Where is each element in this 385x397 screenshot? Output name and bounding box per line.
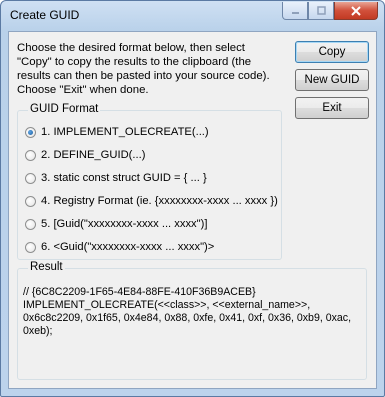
radio-option-implement-olecreate[interactable]: 1. IMPLEMENT_OLECREATE(...) (25, 124, 209, 140)
radio-option-registry-format[interactable]: 4. Registry Format (ie. {xxxxxxxx-xxxx .… (25, 193, 278, 209)
radio-button[interactable] (25, 195, 36, 207)
radio-label: 5. [Guid("xxxxxxxx-xxxx ... xxxx")] (41, 218, 208, 230)
title-bar[interactable]: Create GUID (1, 1, 384, 31)
caption-buttons (282, 2, 378, 20)
exit-button[interactable]: Exit (295, 97, 369, 119)
instructions-text: Choose the desired format below, then se… (17, 42, 270, 96)
create-guid-window: Create GUID Choose the desired format be… (0, 0, 385, 397)
radio-label: 1. IMPLEMENT_OLECREATE(...) (41, 126, 209, 138)
result-group: Result // {6C8C2209-1F65-4E84-88FE-410F3… (17, 261, 367, 380)
result-output-text: // {6C8C2209-1F65-4E84-88FE-410F36B9ACEB… (23, 286, 352, 337)
minimize-icon (291, 12, 299, 14)
guid-format-group: GUID Format 1. IMPLEMENT_OLECREATE(...) … (17, 103, 282, 260)
new-guid-button[interactable]: New GUID (295, 69, 369, 91)
radio-label: 4. Registry Format (ie. {xxxxxxxx-xxxx .… (41, 195, 278, 207)
radio-label: 2. DEFINE_GUID(...) (41, 149, 146, 161)
radio-option-define-guid[interactable]: 2. DEFINE_GUID(...) (25, 147, 145, 163)
maximize-icon (316, 6, 326, 15)
minimize-button[interactable] (282, 2, 308, 20)
close-icon (351, 5, 361, 16)
radio-option-csharp-attribute[interactable]: 5. [Guid("xxxxxxxx-xxxx ... xxxx")] (25, 216, 207, 232)
copy-button[interactable]: Copy (295, 41, 369, 63)
radio-button[interactable] (25, 149, 36, 161)
radio-button[interactable] (25, 172, 36, 184)
radio-label: 6. <Guid("xxxxxxxx-xxxx ... xxxx")> (41, 241, 215, 253)
radio-button-checked[interactable] (25, 126, 36, 138)
radio-option-vb-attribute[interactable]: 6. <Guid("xxxxxxxx-xxxx ... xxxx")> (25, 239, 214, 255)
radio-button[interactable] (25, 241, 36, 253)
window-title: Create GUID (10, 8, 80, 22)
guid-format-label: GUID Format (28, 103, 101, 115)
radio-option-static-const-struct[interactable]: 3. static const struct GUID = { ... } (25, 170, 207, 186)
radio-button[interactable] (25, 218, 36, 230)
close-button[interactable] (334, 2, 378, 20)
radio-label: 3. static const struct GUID = { ... } (41, 172, 207, 184)
maximize-button[interactable] (308, 2, 334, 20)
dialog-client-area: Choose the desired format below, then se… (8, 31, 377, 389)
result-label: Result (28, 261, 65, 273)
